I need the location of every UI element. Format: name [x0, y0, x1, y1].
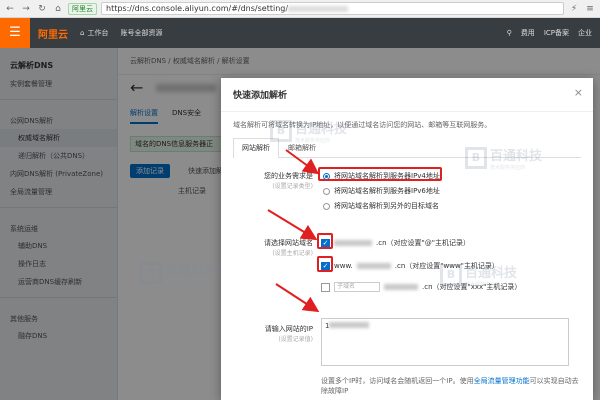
option-ipv6[interactable]: 将网站域名解析到服务器IPv6地址	[323, 186, 440, 196]
watermark: B 百通科技 技术服务供应商	[465, 145, 542, 171]
watermark-logo: B	[440, 264, 462, 286]
hamburger-menu-icon[interactable]: ☰	[0, 18, 30, 48]
watermark-logo: B	[465, 147, 487, 169]
domain-blurred	[334, 240, 372, 246]
option-ipv6-label: 将网站域名解析到服务器IPv6地址	[334, 187, 440, 195]
watermark: B 百通科技 技术服务供应商	[270, 118, 347, 144]
subdomain-input[interactable]: 子域名	[334, 282, 380, 292]
watermark: B 百通科技 技术服务供应商	[140, 260, 217, 286]
business-need-sub: (设置记录类型)	[272, 183, 313, 190]
highlight-ipv4-option	[318, 167, 442, 181]
domain-sub: (设置主机记录)	[272, 250, 313, 257]
business-need-label: 您的业务需求是	[264, 172, 313, 180]
header-item-enterprise[interactable]: 企业	[578, 28, 592, 38]
reload-icon[interactable]: ↻	[36, 3, 48, 15]
ip-label: 请输入网站的IP	[264, 325, 313, 333]
watermark-logo: B	[270, 120, 292, 142]
ip-input[interactable]: 1	[321, 318, 569, 366]
highlight-apex-checkbox	[317, 233, 333, 249]
watermark-name: 百通科技	[295, 122, 348, 137]
close-icon[interactable]: ×	[574, 86, 583, 99]
ip-sub: (设置记录值)	[278, 336, 313, 343]
domain-blurred	[384, 284, 418, 290]
header-item-icp[interactable]: ICP备案	[544, 28, 569, 38]
watermark: B 百通科技 技术服务供应商	[440, 262, 517, 288]
account-selector[interactable]: 账号全部资源	[120, 28, 162, 38]
domain-apex-text: .cn（对应设置"@"主机记录）	[376, 239, 470, 247]
workbench-link[interactable]: 工作台	[87, 28, 108, 38]
option-cname-label: 将网站域名解析到另外的目标域名	[334, 202, 439, 210]
radio-icon[interactable]	[323, 187, 330, 195]
domain-label: 请选择网站域名	[264, 239, 313, 247]
forward-icon[interactable]: →	[20, 3, 32, 15]
domain-blurred	[356, 263, 391, 269]
url-blur	[288, 5, 349, 12]
watermark-sub: 技术服务供应商	[465, 282, 501, 288]
watermark-name: 百通科技	[465, 266, 518, 281]
ip-blurred	[329, 322, 370, 328]
browser-bar: ← → ↻ ⌂ 阿里云 https://dns.console.aliyun.c…	[0, 0, 600, 18]
extension-icon[interactable]: ⚡	[568, 3, 580, 15]
home-icon[interactable]: ⌂	[52, 3, 64, 15]
gtm-link[interactable]: 全局流量管理功能	[474, 377, 530, 385]
option-cname[interactable]: 将网站域名解析到另外的目标域名	[323, 201, 439, 211]
watermark-sub: 技术服务供应商	[295, 138, 331, 144]
watermark-name: 百通科技	[165, 264, 218, 279]
header-item-billing[interactable]: 费用	[521, 28, 535, 38]
domain-row-apex[interactable]: ✓ .cn（对应设置"@"主机记录）	[321, 238, 470, 248]
console-header: ☰ 阿里云 ⌂ 工作台 账号全部资源 ⚲ 费用 ICP备案 企业	[0, 18, 600, 48]
dialog-title: 快速添加解析	[221, 78, 593, 112]
aliyun-logo[interactable]: 阿里云	[38, 26, 68, 41]
domain-www-prefix: www.	[334, 262, 353, 270]
site-badge: 阿里云	[68, 2, 97, 15]
address-bar[interactable]: https://dns.console.aliyun.com/#/dns/set…	[101, 2, 564, 15]
hint-text: 设置多个IP时，访问域名会随机返回一个IP。使用	[321, 377, 474, 385]
watermark-sub: 技术服务供应商	[490, 165, 526, 171]
checkbox-icon[interactable]	[321, 282, 330, 292]
highlight-www-checkbox	[317, 256, 333, 272]
url-text: https://dns.console.aliyun.com/#/dns/set…	[106, 4, 289, 13]
menu-icon[interactable]: ≡	[584, 3, 596, 15]
search-icon[interactable]: ⚲	[507, 29, 512, 37]
watermark-sub: 技术服务供应商	[165, 280, 201, 286]
back-icon[interactable]: ←	[4, 3, 16, 15]
radio-icon[interactable]	[323, 202, 330, 210]
watermark-logo: B	[140, 262, 162, 284]
header-right: ⚲ 费用 ICP备案 企业	[507, 28, 600, 38]
home-icon[interactable]: ⌂	[80, 29, 84, 37]
watermark-name: 百通科技	[490, 149, 543, 164]
ip-hint: 设置多个IP时，访问域名会随机返回一个IP。使用全局流量管理功能可以实现自动去除…	[321, 376, 581, 396]
